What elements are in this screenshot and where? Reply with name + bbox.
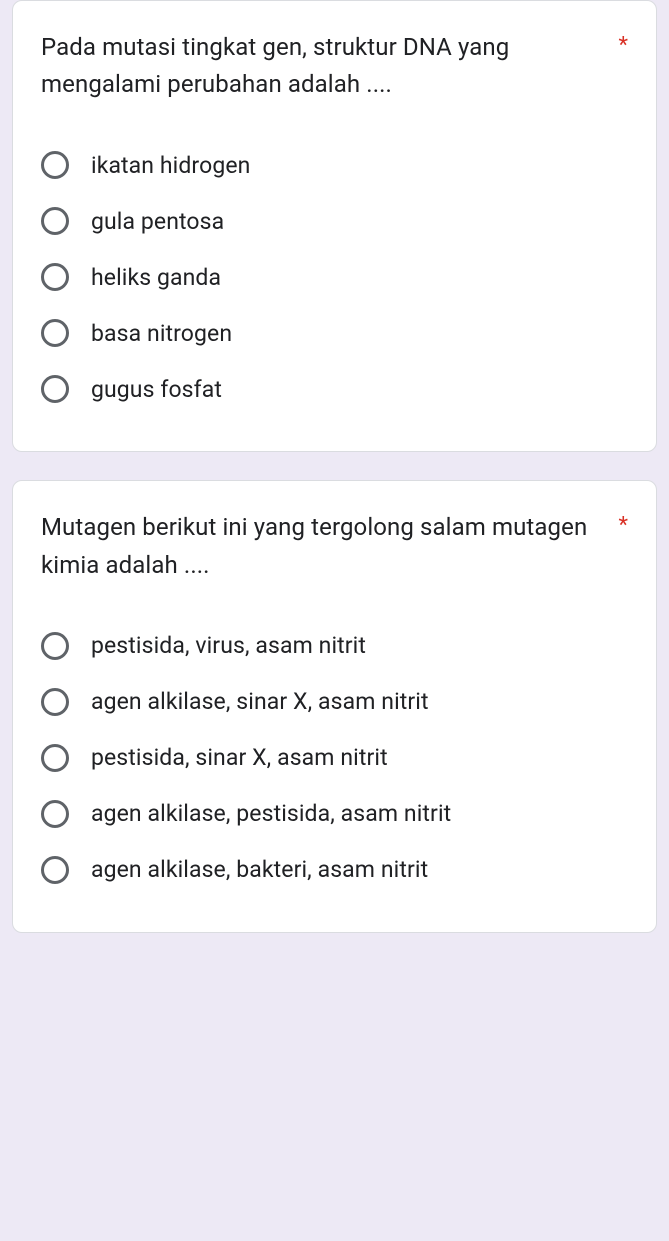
question-text: Mutagen berikut ini yang tergolong salam… [41, 509, 609, 583]
option-label: agen alkilase, pestisida, asam nitrit [91, 800, 451, 827]
radio-icon[interactable] [41, 800, 69, 828]
radio-icon[interactable] [41, 375, 69, 403]
option-row[interactable]: gula pentosa [41, 193, 628, 249]
question-card-2: Mutagen berikut ini yang tergolong salam… [12, 480, 657, 932]
question-header: Pada mutasi tingkat gen, struktur DNA ya… [41, 29, 628, 103]
option-row[interactable]: basa nitrogen [41, 305, 628, 361]
radio-icon[interactable] [41, 151, 69, 179]
option-label: pestisida, sinar X, asam nitrit [91, 744, 388, 771]
option-label: heliks ganda [91, 264, 221, 291]
radio-icon[interactable] [41, 856, 69, 884]
required-asterisk: * [619, 29, 628, 59]
option-row[interactable]: pestisida, sinar X, asam nitrit [41, 730, 628, 786]
radio-icon[interactable] [41, 744, 69, 772]
option-label: basa nitrogen [91, 320, 232, 347]
radio-icon[interactable] [41, 688, 69, 716]
option-row[interactable]: gugus fosfat [41, 361, 628, 417]
radio-icon[interactable] [41, 632, 69, 660]
option-label: gugus fosfat [91, 376, 222, 403]
question-header: Mutagen berikut ini yang tergolong salam… [41, 509, 628, 583]
radio-icon[interactable] [41, 207, 69, 235]
option-label: gula pentosa [91, 208, 224, 235]
option-label: pestisida, virus, asam nitrit [91, 632, 366, 659]
option-row[interactable]: agen alkilase, bakteri, asam nitrit [41, 842, 628, 898]
question-card-1: Pada mutasi tingkat gen, struktur DNA ya… [12, 0, 657, 452]
option-row[interactable]: ikatan hidrogen [41, 137, 628, 193]
option-label: ikatan hidrogen [91, 152, 250, 179]
question-text: Pada mutasi tingkat gen, struktur DNA ya… [41, 29, 609, 103]
option-row[interactable]: pestisida, virus, asam nitrit [41, 618, 628, 674]
option-row[interactable]: heliks ganda [41, 249, 628, 305]
option-label: agen alkilase, sinar X, asam nitrit [91, 688, 429, 715]
option-row[interactable]: agen alkilase, pestisida, asam nitrit [41, 786, 628, 842]
option-label: agen alkilase, bakteri, asam nitrit [91, 856, 428, 883]
required-asterisk: * [619, 509, 628, 539]
radio-icon[interactable] [41, 319, 69, 347]
radio-icon[interactable] [41, 263, 69, 291]
option-row[interactable]: agen alkilase, sinar X, asam nitrit [41, 674, 628, 730]
